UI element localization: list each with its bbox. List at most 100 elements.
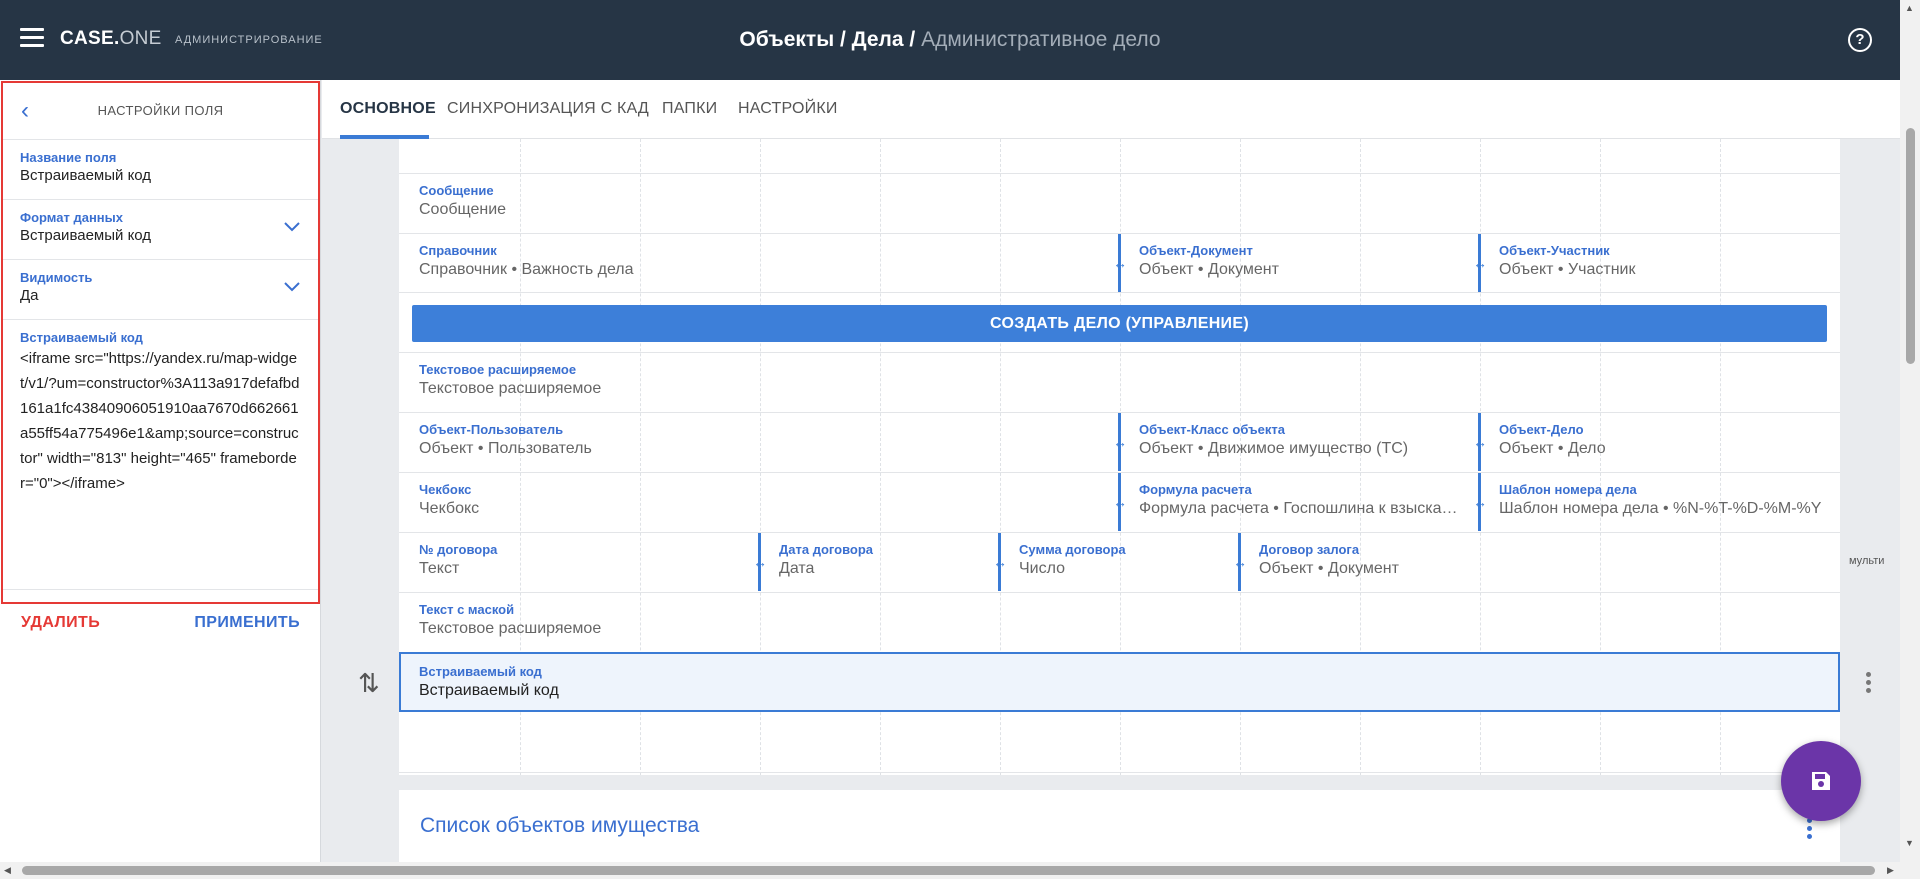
resize-handle-icon[interactable]: ↔ [752,555,768,569]
resize-handle-icon[interactable]: ↔ [1472,495,1488,509]
field-value: Текстовое расширяемое [419,620,602,637]
field-object-case[interactable]: Объект-Дело Объект • Дело [1479,412,1840,472]
save-fab-button[interactable] [1781,741,1861,821]
resize-handle-icon[interactable]: ↔ [1472,435,1488,449]
field-text-expandable[interactable]: Текстовое расширяемое Текстовое расширяе… [399,352,1840,412]
horizontal-scrollbar[interactable]: ◀ ▶ [0,862,1900,879]
field-label: Объект-Дело [1499,422,1584,437]
field-value: Объект • Движимое имущество (ТС) [1139,440,1409,457]
breadcrumb-path[interactable]: Объекты / Дела / [739,28,915,51]
embed-code-group[interactable]: Встраиваемый код <iframe src="https://ya… [3,320,318,590]
breadcrumb: Объекты / Дела / Административное дело [0,28,1900,52]
resize-handle-icon[interactable]: ↔ [1112,495,1128,509]
field-contract-sum[interactable]: Сумма договора Число [999,532,1239,592]
breadcrumb-current: Административное дело [921,28,1161,51]
field-object-user[interactable]: Объект-Пользователь Объект • Пользовател… [399,412,1119,472]
scroll-right-icon[interactable]: ▶ [1887,865,1894,876]
move-vertical-icon[interactable]: ⇅ [358,668,380,699]
delete-button[interactable]: УДАЛИТЬ [21,614,100,632]
scroll-left-icon[interactable]: ◀ [4,865,11,876]
field-value: Дата [779,560,815,577]
row-separator [399,772,1840,773]
embed-code-textarea[interactable]: <iframe src="https://yandex.ru/map-widge… [20,346,300,496]
field-label: Встраиваемый код [419,664,542,679]
scroll-down-icon[interactable]: ▼ [1905,838,1914,848]
field-contract-number[interactable]: № договора Текст [399,532,759,592]
field-pledge-contract[interactable]: Договор залога Объект • Документ [1239,532,1840,592]
settings-header: ‹ НАСТРОЙКИ ПОЛЯ [3,83,318,140]
field-masked-text[interactable]: Текст с маской Текстовое расширяемое [399,592,1840,652]
create-case-button[interactable]: СОЗДАТЬ ДЕЛО (УПРАВЛЕНИЕ) [412,305,1827,342]
section-title: Список объектов имущества [420,814,700,837]
field-checkbox[interactable]: Чекбокс Чекбокс [399,472,1119,532]
field-value: Чекбокс [419,500,480,517]
embed-code-label: Встраиваемый код [20,330,143,345]
field-message[interactable]: Сообщение Сообщение [399,173,1840,233]
field-label: Объект-Пользователь [419,422,564,437]
field-embed-code-selected[interactable]: Встраиваемый код Встраиваемый код [399,652,1840,712]
tab-folders[interactable]: ПАПКИ [662,100,717,118]
resize-handle-icon[interactable]: ↔ [1112,256,1128,270]
field-name-input[interactable]: Встраиваемый код [20,166,301,186]
resize-handle-icon[interactable]: ↔ [1232,555,1248,569]
row-separator [399,292,1840,293]
help-icon[interactable]: ? [1848,28,1872,52]
apply-button[interactable]: ПРИМЕНИТЬ [194,614,300,632]
field-object-class[interactable]: Объект-Класс объекта Объект • Движимое и… [1119,412,1479,472]
vertical-scrollbar[interactable]: ▲ ▼ [1900,0,1920,879]
format-value: Встраиваемый код [20,227,152,244]
field-value: Объект • Документ [1259,560,1399,577]
field-number-template[interactable]: Шаблон номера дела Шаблон номера дела • … [1479,472,1840,532]
chevron-down-icon[interactable] [284,276,300,297]
field-value: Объект • Участник [1499,261,1636,278]
field-name-label: Название поля [20,150,117,165]
property-list-section: Список объектов имущества [399,790,1840,862]
field-label: Сумма договора [1019,542,1126,557]
field-value: Сообщение [419,201,507,218]
field-label: Объект-Участник [1499,243,1610,258]
save-icon [1812,772,1830,790]
field-value: Объект • Пользователь [419,440,592,457]
top-bar: CASE.ONE АДМИНИСТРИРОВАНИЕ Объекты / Дел… [0,0,1900,80]
field-label: Договор залога [1259,542,1360,557]
field-label: Сообщение [419,183,494,198]
resize-handle-icon[interactable]: ↔ [1112,435,1128,449]
field-directory[interactable]: Справочник Справочник • Важность дела [399,233,1119,292]
scrollbar-thumb[interactable] [22,866,1875,875]
resize-handle-icon[interactable]: ↔ [1472,256,1488,270]
field-label: Справочник [419,243,497,258]
field-value: Текстовое расширяемое [419,380,602,397]
more-vert-icon[interactable] [1807,818,1813,842]
multi-label: мульти [1849,555,1885,567]
field-value: Справочник • Важность дела [419,261,634,278]
field-object-document[interactable]: Объект-Документ Объект • Документ [1119,233,1479,292]
scrollbar-thumb[interactable] [1906,128,1915,364]
field-value: Встраиваемый код [419,682,559,699]
form-layout-canvas: Сообщение Сообщение Справочник Справочни… [399,139,1840,775]
settings-actions: УДАЛИТЬ ПРИМЕНИТЬ [3,590,318,662]
field-label: Объект-Документ [1139,243,1253,258]
field-label: Формула расчета [1139,482,1252,497]
tab-main[interactable]: ОСНОВНОЕ [340,100,436,118]
field-name-group[interactable]: Название поля Встраиваемый код [3,140,318,200]
tab-settings[interactable]: НАСТРОЙКИ [738,100,838,118]
field-label: № договора [419,542,498,557]
field-contract-date[interactable]: Дата договора Дата [759,532,999,592]
field-value: Формула расчета • Госпошлина к взыскании [1139,500,1459,517]
field-formula[interactable]: Формула расчета Формула расчета • Госпош… [1119,472,1459,532]
visibility-select[interactable]: Видимость Да [3,260,318,320]
visibility-value: Да [20,287,39,304]
left-panel: ‹ НАСТРОЙКИ ПОЛЯ Название поля Встраивае… [0,80,321,862]
field-value: Объект • Документ [1139,261,1279,278]
scroll-up-icon[interactable]: ▲ [1905,3,1914,13]
tab-kad-sync[interactable]: СИНХРОНИЗАЦИЯ С КАД [447,100,649,118]
field-label: Дата договора [779,542,874,557]
field-value: Текст [419,560,460,577]
chevron-down-icon[interactable] [284,216,300,237]
format-select[interactable]: Формат данных Встраиваемый код [3,200,318,260]
more-vert-icon[interactable] [1866,672,1872,696]
field-object-participant[interactable]: Объект-Участник Объект • Участник [1479,233,1840,292]
resize-handle-icon[interactable]: ↔ [992,555,1008,569]
field-label: Чекбокс [419,482,472,497]
field-label: Шаблон номера дела [1499,482,1637,497]
